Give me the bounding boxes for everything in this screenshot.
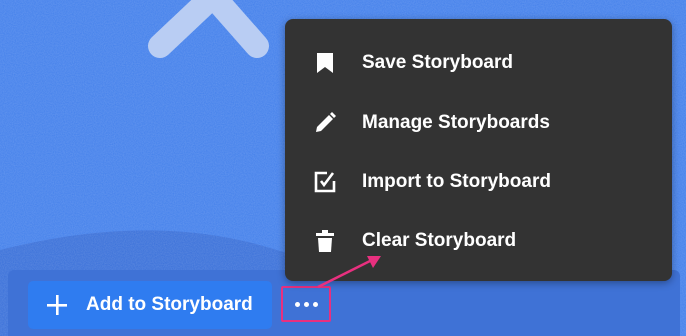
- menu-item-save-storyboard[interactable]: Save Storyboard: [285, 34, 672, 92]
- menu-item-import-to-storyboard[interactable]: Import to Storyboard: [285, 153, 672, 211]
- plus-icon: [47, 295, 67, 315]
- import-checkbox-icon: [312, 169, 338, 195]
- menu-item-clear-storyboard[interactable]: Clear Storyboard: [285, 212, 672, 270]
- pencil-icon: [312, 110, 338, 136]
- menu-item-label: Import to Storyboard: [362, 171, 551, 192]
- add-to-storyboard-label: Add to Storyboard: [86, 294, 253, 315]
- menu-item-manage-storyboards[interactable]: Manage Storyboards: [285, 94, 672, 152]
- trash-icon: [312, 228, 338, 254]
- menu-item-label: Manage Storyboards: [362, 112, 550, 133]
- more-options-button[interactable]: [281, 286, 331, 322]
- menu-item-label: Save Storyboard: [362, 52, 513, 73]
- menu-item-label: Clear Storyboard: [362, 230, 517, 251]
- add-to-storyboard-button[interactable]: Add to Storyboard: [28, 281, 272, 329]
- bookmark-icon: [312, 50, 338, 76]
- storyboard-menu: Save Storyboard Manage Storyboards Impor…: [285, 19, 672, 281]
- more-dots-icon: [293, 301, 320, 307]
